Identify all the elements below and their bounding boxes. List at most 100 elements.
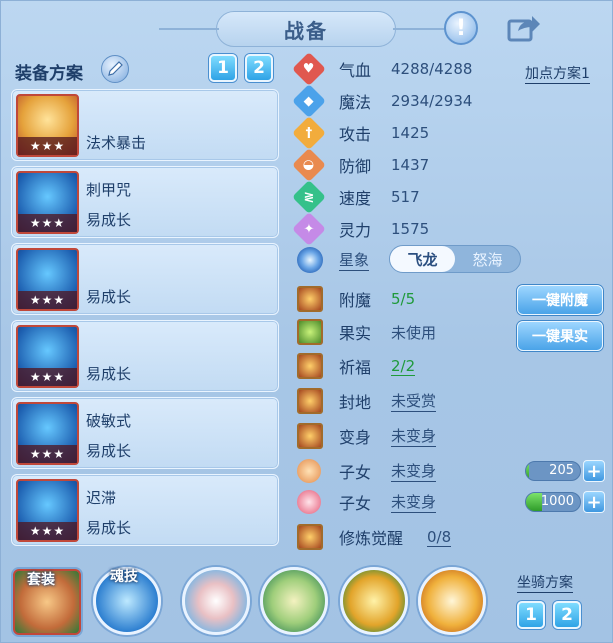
stat-spirit: ✦ 灵力 1575 (292, 212, 430, 246)
feature-value: 5/5 (391, 290, 416, 308)
fief-icon (297, 388, 323, 414)
speed-icon: ≷ (292, 180, 326, 214)
necklace-icon: ★★★ (16, 325, 79, 388)
belt-icon: ★★★ (16, 402, 79, 465)
meter-fill (526, 493, 543, 511)
equipment-slot-6[interactable]: ★★★ 迟滞 易成长 (11, 474, 279, 546)
xingxiang-option-nuhai[interactable]: 怒海 (455, 246, 520, 272)
stat-value: 1437 (391, 156, 430, 174)
equipment-slot-1[interactable]: ★★★ 法术暴击 (11, 89, 279, 161)
star-rating: ★★★ (18, 214, 77, 232)
star-rating: ★★★ (18, 368, 77, 386)
enchant-icon (297, 286, 323, 312)
info-button[interactable]: ! (444, 11, 478, 45)
star-rating: ★★★ (18, 137, 77, 155)
equipment-slot-5[interactable]: ★★★ 破敏式 易成长 (11, 397, 279, 469)
feature-value[interactable]: 未变身 (391, 425, 437, 447)
mana-icon: ◆ (292, 84, 326, 118)
child-2-add-button[interactable]: + (583, 491, 605, 513)
suit-label: 套装 (27, 572, 55, 588)
edit-plan-button[interactable] (101, 55, 129, 83)
equipment-effect: 易成长 (86, 365, 132, 383)
stat-speed: ≷ 速度 517 (292, 180, 420, 214)
equipment-slot-3[interactable]: ★★★ 易成长 (11, 243, 279, 315)
feature-fumo: 附魔 5/5 (297, 285, 415, 313)
feature-name: 子女 (339, 494, 372, 513)
feature-value[interactable]: 未变身 (391, 460, 437, 482)
equipment-slot-2[interactable]: ★★★ 刺甲咒 易成长 (11, 166, 279, 238)
mount-plan-1-button[interactable]: 1 (517, 601, 545, 629)
feature-name: 附魔 (339, 291, 372, 310)
spirit-icon: ✦ (292, 212, 326, 246)
feature-value[interactable]: 0/8 (427, 528, 452, 547)
blessing-icon (297, 353, 323, 379)
star-rating: ★★★ (18, 291, 77, 309)
star-sign-icon (297, 247, 323, 273)
equipment-list: ★★★ 法术暴击 ★★★ 刺甲咒 易成长 ★★★ 易成长 ★★★ 易成长 ★★★… (11, 89, 279, 551)
xingxiang-label[interactable]: 星象 (339, 249, 370, 271)
feature-guoshi: 果实 未使用 (297, 318, 436, 346)
xingxiang-option-feilong[interactable]: 飞龙 (390, 246, 455, 272)
meter-fill (526, 462, 529, 480)
meter-value: 1000 (540, 494, 574, 509)
plan-1-button[interactable]: 1 (209, 54, 237, 82)
exclamation-icon: ! (455, 15, 467, 41)
addpoint-plan-link[interactable]: 加点方案1 (525, 63, 590, 84)
page-title: 战备 (284, 18, 328, 43)
equipment-slot-4[interactable]: ★★★ 易成长 (11, 320, 279, 392)
equipment-name: 迟滞 (86, 489, 117, 507)
skill-slot-3[interactable] (340, 567, 408, 635)
equipment-effect: 法术暴击 (86, 134, 147, 152)
skill-slot-2[interactable] (260, 567, 328, 635)
child-icon (297, 459, 321, 483)
pencil-icon (108, 61, 123, 76)
one-click-fruit-button[interactable]: 一键果实 (517, 321, 603, 351)
stat-name: 防御 (339, 157, 372, 176)
equipment-effect: 易成长 (86, 519, 132, 537)
child-1-add-button[interactable]: + (583, 460, 605, 482)
soul-skill-button[interactable]: 魂技 (93, 567, 161, 635)
feature-value[interactable]: 未受赏 (391, 390, 437, 412)
child-2-meter: 1000 (525, 492, 581, 512)
equipment-effect: 易成长 (86, 211, 132, 229)
feature-name: 修炼觉醒 (339, 529, 404, 548)
feature-zinv-1: 子女 未变身 (297, 457, 437, 485)
plus-icon: + (586, 491, 602, 513)
sword-icon: † (292, 116, 326, 150)
stat-hp: ♥ 气血 4288/4288 (292, 52, 473, 86)
stat-value: 2934/2934 (391, 92, 473, 110)
stat-name: 攻击 (339, 125, 372, 144)
plan-2-button[interactable]: 2 (245, 54, 273, 82)
suit-button[interactable]: 套装 (13, 569, 81, 635)
helmet-icon: ★★★ (16, 171, 79, 234)
one-click-enchant-button[interactable]: 一键附魔 (517, 285, 603, 315)
stat-value: 1575 (391, 220, 430, 238)
mount-plan-label[interactable]: 坐骑方案 (517, 572, 573, 593)
equipment-plan-label: 装备方案 (15, 64, 83, 84)
stat-value: 1425 (391, 124, 430, 142)
equipment-name: 破敏式 (86, 412, 132, 430)
stat-name: 魔法 (339, 93, 372, 112)
weapon-icon: ★★★ (16, 94, 79, 157)
xingxiang-toggle[interactable]: 飞龙 怒海 (389, 245, 521, 273)
stat-value: 4288/4288 (391, 60, 473, 78)
share-button[interactable] (504, 11, 544, 45)
star-rating: ★★★ (18, 522, 77, 540)
equipment-effect: 易成长 (86, 288, 132, 306)
feature-value[interactable]: 未变身 (391, 491, 437, 513)
equipment-panel: 战备 ! 装备方案 1 2 ★★★ 法术暴击 ★★★ 刺甲咒 易成长 ★★★ 易… (0, 0, 613, 643)
soul-skill-label: 魂技 (110, 569, 138, 585)
stat-defense: ◒ 防御 1437 (292, 148, 430, 182)
boots-icon: ★★★ (16, 479, 79, 542)
feature-name: 祈福 (339, 358, 372, 377)
feature-name: 果实 (339, 324, 372, 343)
feature-qifu: 祈福 2/2 (297, 352, 416, 380)
stat-value: 517 (391, 188, 420, 206)
skill-slot-1[interactable] (182, 567, 250, 635)
skill-slot-4[interactable] (418, 567, 486, 635)
equipment-name: 刺甲咒 (86, 181, 132, 199)
feature-fengdi: 封地 未受赏 (297, 387, 437, 415)
star-rating: ★★★ (18, 445, 77, 463)
feature-value[interactable]: 2/2 (391, 357, 416, 376)
mount-plan-2-button[interactable]: 2 (553, 601, 581, 629)
